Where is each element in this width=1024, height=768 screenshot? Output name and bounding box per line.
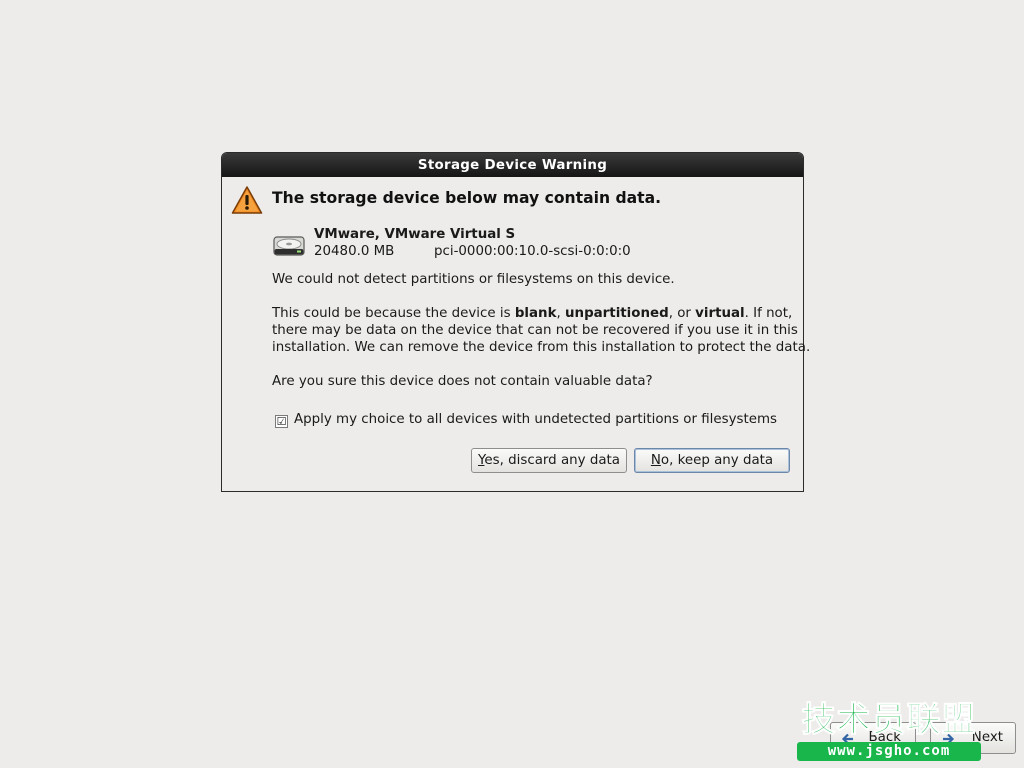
explanation-paragraph: This could be because the device is blan… [272, 305, 810, 356]
hard-disk-icon [273, 236, 305, 256]
dialog-title: Storage Device Warning [222, 153, 803, 177]
watermark-url: www.jsgho.com [797, 742, 981, 761]
confirmation-question: Are you sure this device does not contai… [272, 374, 653, 389]
site-watermark: 技术员联盟 www.jsgho.com [796, 700, 982, 762]
no-partitions-message: We could not detect partitions or filesy… [272, 272, 675, 287]
explanation-line-2: there may be data on the device that can… [272, 323, 798, 338]
warning-icon [231, 186, 263, 214]
apply-to-all-label[interactable]: Apply my choice to all devices with unde… [294, 412, 777, 427]
watermark-text: 技术员联盟 [801, 700, 977, 741]
device-size: 20480.0 MB [314, 244, 395, 259]
explanation-line-1: This could be because the device is blan… [272, 306, 793, 321]
dialog-headline: The storage device below may contain dat… [272, 189, 662, 207]
device-name: VMware, VMware Virtual S [314, 227, 516, 242]
apply-to-all-checkbox[interactable]: ☑ [275, 415, 288, 428]
discard-data-button[interactable]: Yes, discard any data [471, 448, 627, 473]
keep-data-button[interactable]: No, keep any data [634, 448, 790, 473]
explanation-line-3: installation. We can remove the device f… [272, 340, 811, 355]
storage-warning-dialog: Storage Device Warning The storage devic… [221, 152, 810, 492]
device-path: pci-0000:00:10.0-scsi-0:0:0:0 [434, 244, 631, 259]
